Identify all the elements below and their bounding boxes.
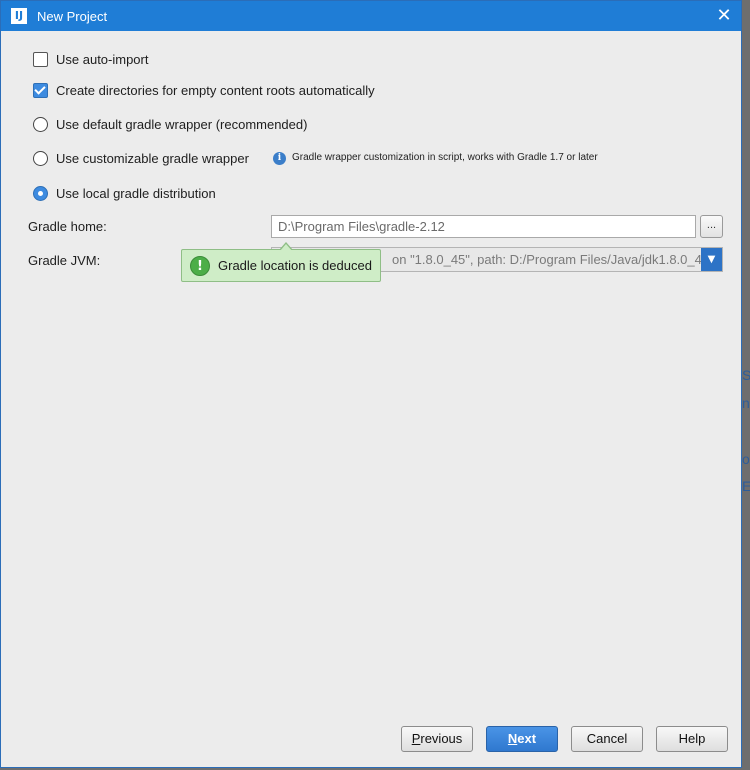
window-title: New Project <box>37 9 108 24</box>
local-distribution-radio[interactable] <box>33 185 48 201</box>
custom-wrapper-radio[interactable] <box>33 150 48 166</box>
intellij-icon: IJ <box>11 8 27 24</box>
gradle-home-input[interactable] <box>271 215 696 238</box>
auto-import-option[interactable]: Use auto-import <box>33 49 148 69</box>
gradle-home-label: Gradle home: <box>28 219 107 234</box>
background-fragment: o <box>742 451 750 467</box>
next-label: ext <box>517 731 537 746</box>
default-wrapper-label: Use default gradle wrapper (recommended) <box>56 116 308 132</box>
background-fragment: E <box>742 478 750 494</box>
previous-button[interactable]: Previous <box>401 726 473 752</box>
local-distribution-option[interactable]: Use local gradle distribution <box>33 183 216 203</box>
auto-import-checkbox[interactable] <box>33 51 48 67</box>
create-dirs-label: Create directories for empty content roo… <box>56 82 375 98</box>
default-wrapper-option[interactable]: Use default gradle wrapper (recommended) <box>33 114 307 134</box>
next-mnemonic: N <box>507 731 518 746</box>
create-dirs-checkbox[interactable] <box>33 82 48 98</box>
chevron-down-icon[interactable]: ▼ <box>701 248 722 271</box>
local-distribution-label: Use local gradle distribution <box>56 185 216 201</box>
exclamation-icon: ! <box>190 256 210 276</box>
cancel-button[interactable]: Cancel <box>571 726 643 752</box>
info-note-text: Gradle wrapper customization in script, … <box>292 152 598 163</box>
previous-label: revious <box>420 731 463 746</box>
title-bar[interactable]: IJ New Project ✕ <box>1 1 741 31</box>
custom-wrapper-label: Use customizable gradle wrapper <box>56 150 249 166</box>
gradle-jvm-label: Gradle JVM: <box>28 253 101 268</box>
deduced-tooltip: ! Gradle location is deduced <box>181 242 381 282</box>
help-button[interactable]: Help <box>656 726 728 752</box>
info-icon: i <box>273 152 286 165</box>
create-dirs-option[interactable]: Create directories for empty content roo… <box>33 80 375 100</box>
background-fragment: S <box>742 367 750 383</box>
tooltip-text: Gradle location is deduced <box>218 258 372 273</box>
gradle-jvm-value: on "1.8.0_45", path: D:/Program Files/Ja… <box>392 252 714 267</box>
custom-wrapper-option[interactable]: Use customizable gradle wrapper <box>33 148 249 168</box>
close-button[interactable]: ✕ <box>713 5 735 27</box>
browse-button[interactable]: ... <box>700 215 723 238</box>
auto-import-label: Use auto-import <box>56 51 149 67</box>
new-project-dialog: IJ New Project ✕ Use auto-import Create … <box>0 0 742 768</box>
default-wrapper-radio[interactable] <box>33 116 48 132</box>
next-button[interactable]: Next <box>486 726 558 752</box>
background-fragment: n <box>742 395 750 411</box>
